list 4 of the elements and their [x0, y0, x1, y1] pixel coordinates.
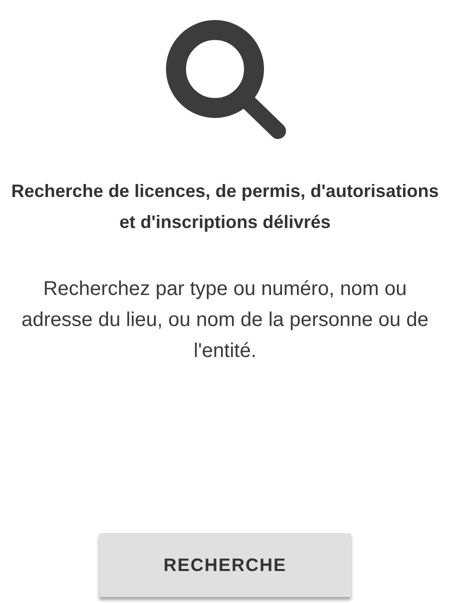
- search-icon: [166, 20, 288, 140]
- heading: Recherche de licences, de permis, d'autorisations et d'inscriptions délivrés: [10, 180, 440, 234]
- description: Recherchez par type ou numéro, nom ou adresse du lieu, ou nom de la personne ou de l'entité.: [20, 277, 430, 364]
- search-button[interactable]: RECHERCHE: [99, 533, 351, 597]
